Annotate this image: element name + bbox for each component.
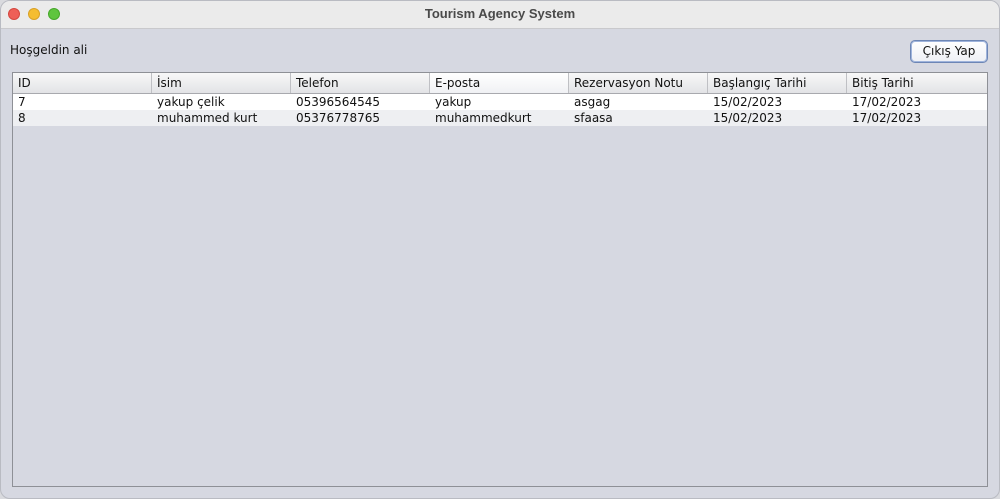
cell-name[interactable]: muhammed kurt (152, 110, 291, 126)
cell-phone[interactable]: 05396564545 (291, 94, 430, 110)
logout-button[interactable]: Çıkış Yap (910, 40, 988, 63)
column-header-name[interactable]: İsim (152, 73, 291, 93)
reservations-table[interactable]: ID İsim Telefon E-posta Rezervasyon Notu… (12, 72, 988, 487)
table-header: ID İsim Telefon E-posta Rezervasyon Notu… (13, 73, 987, 94)
cell-phone[interactable]: 05376778765 (291, 110, 430, 126)
cell-id[interactable]: 8 (13, 110, 152, 126)
column-header-email[interactable]: E-posta (430, 73, 569, 93)
column-header-phone[interactable]: Telefon (291, 73, 430, 93)
title-bar[interactable]: Tourism Agency System (1, 1, 999, 29)
welcome-label: Hoşgeldin ali (10, 43, 88, 57)
cell-reservation-note[interactable]: asgag (569, 94, 708, 110)
column-header-id[interactable]: ID (13, 73, 152, 93)
table-row[interactable]: 7 yakup çelik 05396564545 yakup asgag 15… (13, 94, 987, 110)
cell-reservation-note[interactable]: sfaasa (569, 110, 708, 126)
window-title: Tourism Agency System (424, 6, 576, 21)
cell-name[interactable]: yakup çelik (152, 94, 291, 110)
column-header-end-date[interactable]: Bitiş Tarihi (847, 73, 987, 93)
cell-start-date[interactable]: 15/02/2023 (708, 110, 847, 126)
cell-email[interactable]: muhammedkurt (430, 110, 569, 126)
cell-end-date[interactable]: 17/02/2023 (847, 110, 987, 126)
app-window: Tourism Agency System Hoşgeldin ali Çıkı… (0, 0, 1000, 499)
cell-id[interactable]: 7 (13, 94, 152, 110)
cell-email[interactable]: yakup (430, 94, 569, 110)
column-header-reservation-note[interactable]: Rezervasyon Notu (569, 73, 708, 93)
table-row[interactable]: 8 muhammed kurt 05376778765 muhammedkurt… (13, 110, 987, 126)
column-header-start-date[interactable]: Başlangıç Tarihi (708, 73, 847, 93)
cell-start-date[interactable]: 15/02/2023 (708, 94, 847, 110)
cell-end-date[interactable]: 17/02/2023 (847, 94, 987, 110)
